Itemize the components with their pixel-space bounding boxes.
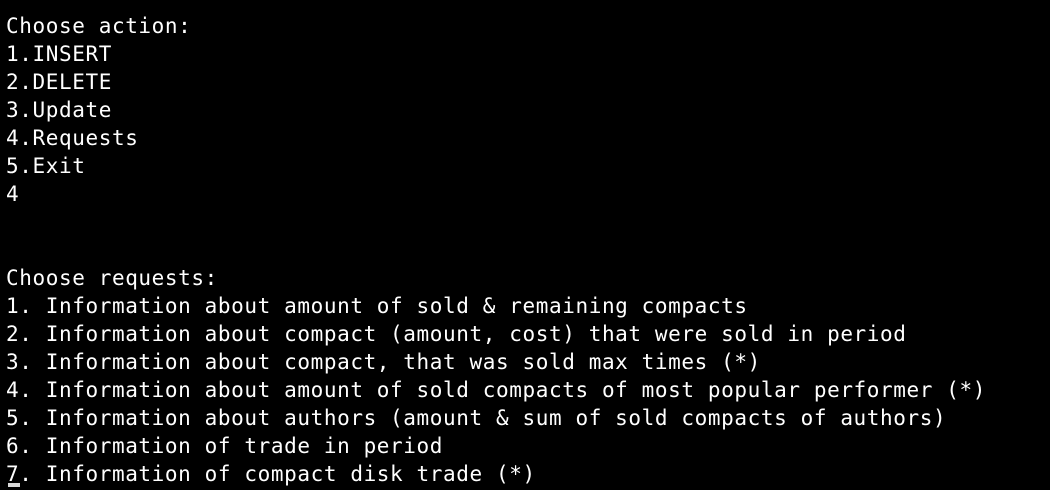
action-option-exit: 5.Exit (6, 154, 86, 178)
user-input-action: 4 (6, 182, 20, 206)
request-option-7: 7. Information of compact disk trade (*) (6, 462, 536, 486)
request-option-6: 6. Information of trade in period (6, 434, 444, 458)
request-option-1: 1. Information about amount of sold & re… (6, 294, 748, 318)
terminal-window[interactable]: Choose action: 1.INSERT 2.DELETE 3.Updat… (0, 0, 1050, 490)
action-option-requests: 4.Requests (6, 126, 139, 150)
action-option-insert: 1.INSERT (6, 42, 112, 66)
request-option-2: 2. Information about compact (amount, co… (6, 322, 907, 346)
request-option-4: 4. Information about amount of sold comp… (6, 378, 986, 402)
text-cursor (8, 483, 20, 487)
request-option-3: 3. Information about compact, that was s… (6, 350, 761, 374)
terminal-output: Choose action: 1.INSERT 2.DELETE 3.Updat… (6, 12, 986, 488)
action-prompt: Choose action: (6, 14, 192, 38)
action-option-delete: 2.DELETE (6, 70, 112, 94)
request-option-5: 5. Information about authors (amount & s… (6, 406, 947, 430)
requests-prompt: Choose requests: (6, 266, 218, 290)
action-option-update: 3.Update (6, 98, 112, 122)
